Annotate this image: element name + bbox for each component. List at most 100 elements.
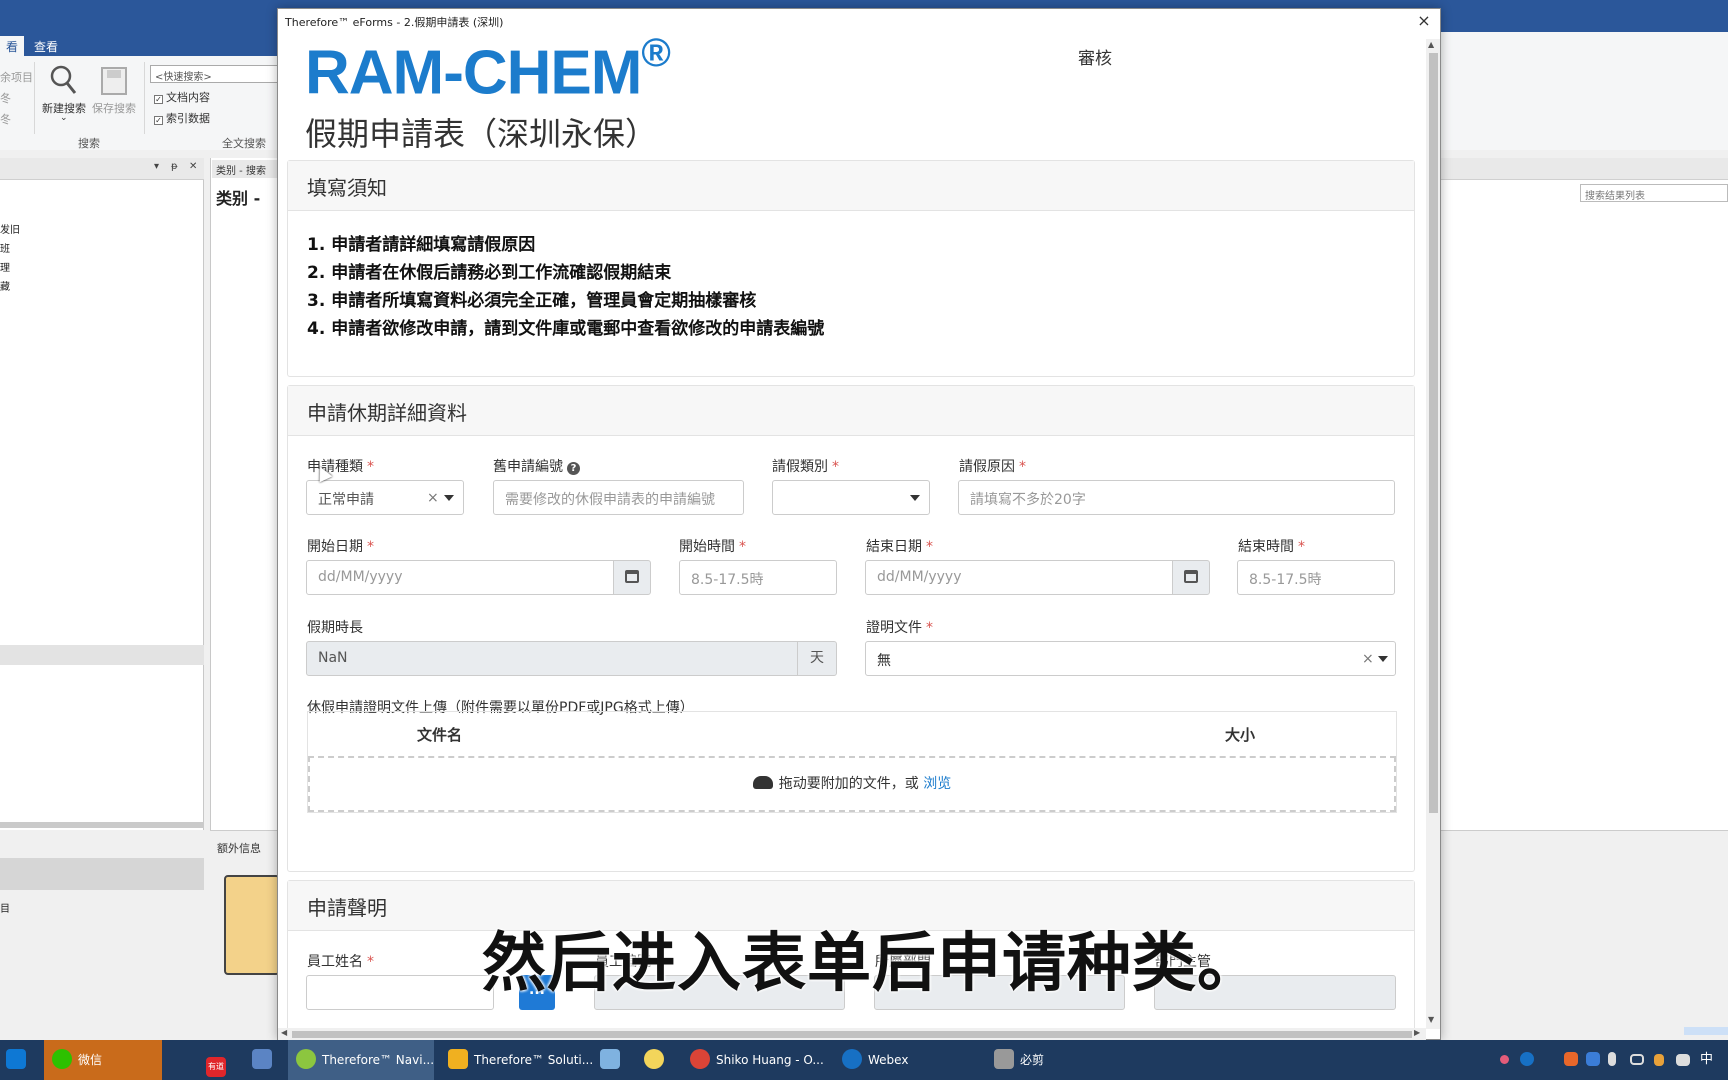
taskbar-chrome-label: Shiko Huang - O... (716, 1053, 824, 1067)
category-search-tab[interactable]: 类别 - 搜索 (212, 160, 282, 178)
file-drop-zone[interactable]: 拖动要附加的文件，或 浏览 (308, 756, 1396, 824)
close-icon[interactable]: × (1414, 11, 1434, 30)
taskbar: 微信 有道 Therefore™ Navi... Therefore™ Solu… (0, 1040, 1728, 1080)
checkbox-index-data[interactable]: ✓ 索引数据 (154, 110, 210, 126)
quick-search-input[interactable]: <快速搜索> (150, 65, 280, 83)
taskbar-therefore-solution-label: Therefore™ Soluti... (474, 1053, 594, 1067)
pane-splitter[interactable] (0, 822, 204, 828)
new-search-icon[interactable] (48, 64, 78, 96)
leave-type-select[interactable] (772, 480, 930, 515)
results-scrollbar[interactable] (1684, 1027, 1728, 1035)
ribbon-group-search: 搜索 (78, 137, 100, 150)
end-time-input[interactable]: 8.5-17.5時 (1237, 560, 1395, 595)
proof-doc-select[interactable]: 無 × (865, 641, 1396, 676)
hscroll-thumb[interactable] (292, 1031, 1412, 1038)
taskbar-bijian[interactable]: 必剪 (990, 1040, 1090, 1080)
scroll-right-icon[interactable]: ▶ (1414, 1028, 1420, 1037)
end-date-input[interactable]: dd/MM/yyyy (865, 560, 1173, 595)
upload-col-filename: 文件名 (417, 726, 463, 744)
notice-header: 填寫須知 (288, 161, 1414, 211)
application-type-value: 正常申請 (318, 492, 374, 508)
taskbar-wechat[interactable]: 微信 (44, 1040, 162, 1080)
start-date-picker[interactable] (613, 560, 651, 595)
volume-icon[interactable] (1676, 1040, 1696, 1080)
remote-desktop-icon[interactable] (252, 1040, 280, 1080)
tray-webex-icon[interactable] (1520, 1040, 1540, 1080)
checkbox-index-data-label: 索引数据 (166, 112, 210, 125)
end-date-picker[interactable] (1172, 560, 1210, 595)
new-search-dropdown-icon[interactable]: ⌄ (60, 113, 68, 123)
logo-text: RAM-CHEM (305, 38, 642, 108)
duration-unit: 天 (797, 641, 837, 676)
leave-reason-input[interactable]: 請填寫不多於20字 (958, 480, 1395, 515)
scroll-down-icon[interactable]: ▼ (1428, 1015, 1434, 1024)
taskbar-webex[interactable]: Webex (838, 1040, 984, 1080)
left-pane-header: ▾ ᵽ ✕ (0, 158, 204, 180)
taskbar-therefore-navigator[interactable]: Therefore™ Navi... (288, 1040, 434, 1080)
vscode-icon[interactable] (6, 1040, 34, 1080)
results-search-input[interactable]: 搜索结果列表 (1580, 184, 1728, 202)
chevron-down-icon (910, 495, 920, 501)
taskbar-wechat-label: 微信 (78, 1053, 103, 1067)
upload-col-size: 大小 (1225, 726, 1256, 744)
tree-item[interactable]: 藏 (0, 278, 10, 293)
taskbar-chrome[interactable]: Shiko Huang - O... (686, 1040, 832, 1080)
upload-table: 文件名 大小 拖动要附加的文件，或 浏览 (307, 711, 1397, 824)
tray-record-icon[interactable] (1500, 1040, 1515, 1080)
flag-icon[interactable] (1654, 1040, 1670, 1080)
scroll-up-icon[interactable]: ▲ (1428, 40, 1434, 49)
scroll-thumb[interactable] (1429, 53, 1438, 813)
old-app-number-input[interactable]: 需要修改的休假申請表的申請編號 (493, 480, 744, 515)
start-time-input[interactable]: 8.5-17.5時 (679, 560, 837, 595)
ime-indicator[interactable]: 中 (1700, 1040, 1713, 1080)
notice-item: 4. 申請者欲修改申請，請到文件庫或電郵中查看欲修改的申請表編號 (307, 319, 825, 339)
employee-name-input[interactable] (306, 975, 494, 1010)
clear-icon[interactable]: × (1362, 651, 1374, 667)
tray-shield-icon[interactable] (1586, 1040, 1606, 1080)
old-app-number-label: 舊申請編號? (493, 456, 580, 476)
tab-view[interactable]: 查看 (28, 36, 64, 57)
tree-item[interactable]: 发旧 (0, 221, 20, 236)
help-icon[interactable]: ? (567, 462, 580, 475)
vertical-scrollbar[interactable]: ▲ ▼ (1426, 39, 1440, 1029)
ramchem-logo: RAM-CHEM® (305, 33, 671, 108)
tree-item[interactable]: 理 (0, 259, 10, 274)
horizontal-scrollbar[interactable]: ◀ ▶ (278, 1028, 1426, 1040)
pane-close-icon[interactable]: ✕ (189, 161, 197, 172)
pane-dropdown-icon[interactable]: ▾ (154, 161, 159, 172)
chrome-icon (690, 1049, 710, 1069)
scroll-left-icon[interactable]: ◀ (281, 1028, 287, 1037)
youdao-label: 有道 (206, 1057, 226, 1077)
notice-card: 填寫須知 1. 申請者請詳細填寫請假原因 2. 申請者在休假后請務必到工作流確認… (287, 160, 1415, 377)
file-explorer-icon[interactable] (600, 1040, 628, 1080)
tray-app-icon[interactable] (1564, 1040, 1584, 1080)
start-date-input[interactable]: dd/MM/yyyy (306, 560, 614, 595)
application-type-select[interactable]: 正常申請 × (306, 480, 464, 515)
youdao-icon[interactable]: 有道 (206, 1040, 230, 1080)
tree-item[interactable]: 班 (0, 240, 10, 255)
taskbar-therefore-solution[interactable]: Therefore™ Soluti... (440, 1040, 593, 1080)
drop-text: 拖动要附加的文件，或 (778, 776, 919, 792)
save-search-button[interactable]: 保存搜索 (92, 100, 136, 116)
microphone-icon[interactable] (1608, 1040, 1622, 1080)
clear-icon[interactable]: × (427, 490, 439, 506)
tab-home[interactable]: 看 (0, 36, 25, 57)
checkbox-doc-content[interactable]: ✓ 文档内容 (154, 89, 210, 105)
app-icon[interactable] (644, 1040, 672, 1080)
duration-input: NaN (306, 641, 798, 676)
ribbon-divider (144, 62, 145, 134)
folder-icon[interactable] (224, 875, 280, 975)
proof-doc-value: 無 (877, 653, 891, 669)
pane-pin-icon[interactable]: ᵽ (171, 161, 178, 172)
ribbon-item-1[interactable]: 余项目 (0, 69, 33, 85)
chevron-down-icon (1378, 656, 1388, 662)
webex-icon (842, 1049, 862, 1069)
leave-details-card: 申請休期詳細資料 申請種類 * 正常申請 × 舊申請編號? 需要修改的休假申請表的… (287, 385, 1415, 872)
ribbon-item-3[interactable]: 冬 (0, 111, 11, 127)
network-icon[interactable] (1630, 1040, 1650, 1080)
eforms-dialog: Therefore™ eForms - 2.假期申請表 (深圳) × RAM-C… (277, 8, 1441, 1040)
save-search-icon[interactable] (100, 66, 128, 96)
browse-link[interactable]: 浏览 (923, 776, 951, 792)
ribbon-item-2[interactable]: 冬 (0, 90, 11, 106)
status-label: 審核 (1078, 49, 1112, 69)
